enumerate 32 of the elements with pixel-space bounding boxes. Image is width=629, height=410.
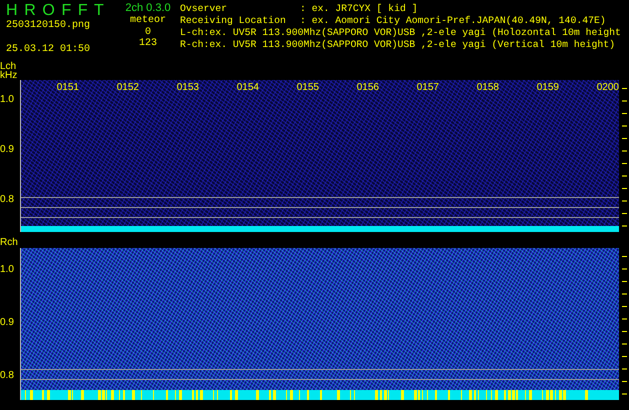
time-label: 0156 [356,82,380,94]
axis-label: 1.0 [0,94,14,106]
count-value: 0 [144,27,152,38]
time-label: 0153 [176,82,200,94]
info-value: : ex. JR7CYX [ kid ] [300,3,418,14]
unit-label: kHz [0,71,18,80]
axis-label: 0.9 [0,317,14,329]
version-label: 2ch 0.3.0 [124,2,172,15]
time-label: 0158 [476,82,500,94]
axis-label: 0.8 [0,370,14,382]
counter-label: meteor [128,15,167,27]
time-label: 0152 [116,82,140,94]
time-label: 0157 [416,82,440,94]
axis-label: 0.8 [0,194,14,206]
app-title: H R O F F T [6,2,105,20]
info-value: : ex. Aomori City Aomori-Pref.JAPAN(40.49N, 140.47E) [300,15,606,26]
count-value: 123 [138,38,158,49]
file-name: 2503120150.png [6,20,92,32]
channel-label: Rch [0,238,19,247]
info-label: Receiving Location [180,15,287,27]
time-label: 0200 [596,82,620,94]
axis-label: 1.0 [0,264,14,276]
time-label: 0155 [296,82,320,94]
channel-info: L-ch:ex. UV5R 113.900Mhz(SAPPORO VOR)USB ,2-ele yagi (Holozontal 10m height [180,27,621,39]
channel-label: Lch [0,62,16,71]
info-label: Ovserver [180,3,228,15]
time-label: 0154 [236,82,260,94]
channel-info: R-ch:ex. UV5R 113.900Mhz(SAPPORO VOR)USB ,2-ele yagi (Vertical 10m height) [180,39,616,51]
time-label: 0159 [536,82,560,94]
time-label: 0151 [56,82,80,94]
axis-label: 0.9 [0,144,14,156]
date-time: 25.03.12 01:50 [6,44,92,56]
